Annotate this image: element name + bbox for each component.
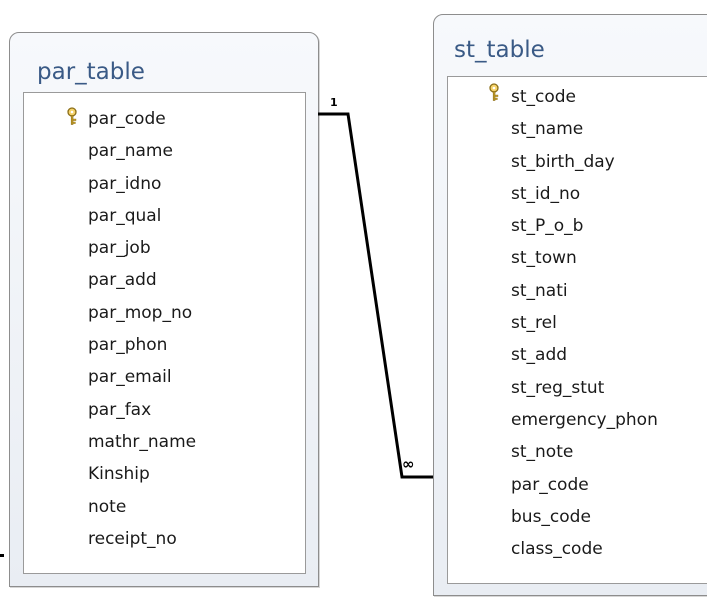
- many-side-label: ∞: [402, 455, 415, 473]
- relationship-line[interactable]: 1 ∞: [0, 0, 707, 609]
- one-side-label: 1: [330, 96, 338, 109]
